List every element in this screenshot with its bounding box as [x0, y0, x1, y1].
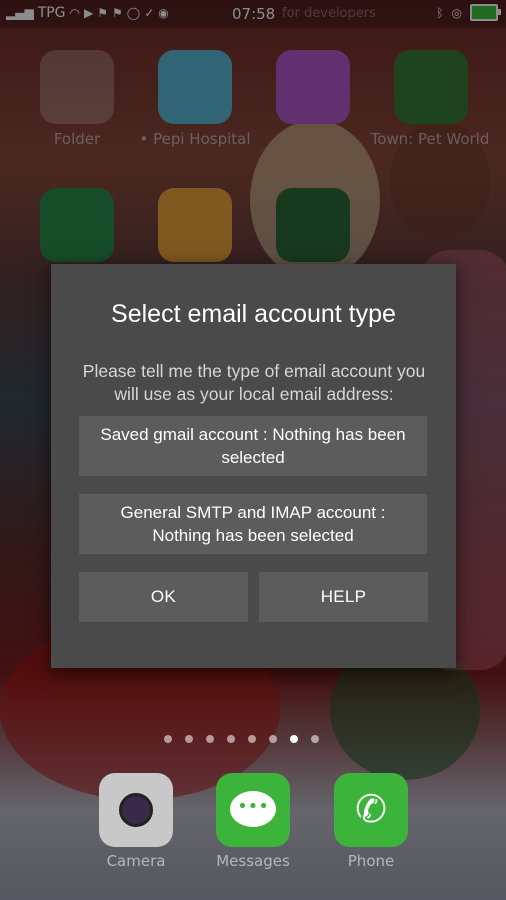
page-dot[interactable]: [311, 735, 319, 743]
page-dot[interactable]: [164, 735, 172, 743]
page-indicator: [164, 735, 319, 743]
smtp-imap-account-button[interactable]: General SMTP and IMAP account : Nothing …: [79, 494, 427, 554]
email-type-dialog: Select email account type Please tell me…: [51, 264, 456, 668]
page-dot[interactable]: [248, 735, 256, 743]
dialog-message: Please tell me the type of email account…: [82, 361, 426, 404]
page-dot[interactable]: [206, 735, 214, 743]
dock-label: Camera: [106, 852, 166, 870]
chat-bubble-icon: •••: [230, 791, 276, 827]
ok-button[interactable]: OK: [79, 572, 248, 622]
gmail-account-button[interactable]: Saved gmail account : Nothing has been s…: [79, 416, 427, 476]
dock-label: Messages: [216, 852, 290, 870]
page-dot[interactable]: [185, 735, 193, 743]
page-dot[interactable]: [269, 735, 277, 743]
phone-app[interactable]: ✆: [334, 773, 408, 847]
camera-icon: [119, 793, 153, 827]
phone-icon: ✆: [355, 787, 387, 831]
messages-app[interactable]: •••: [216, 773, 290, 847]
dialog-title: Select email account type: [111, 300, 396, 328]
page-dot[interactable]: [227, 735, 235, 743]
camera-app[interactable]: [99, 773, 173, 847]
help-button[interactable]: HELP: [259, 572, 428, 622]
dock-label: Phone: [347, 852, 395, 870]
page-dot-active[interactable]: [290, 735, 298, 743]
